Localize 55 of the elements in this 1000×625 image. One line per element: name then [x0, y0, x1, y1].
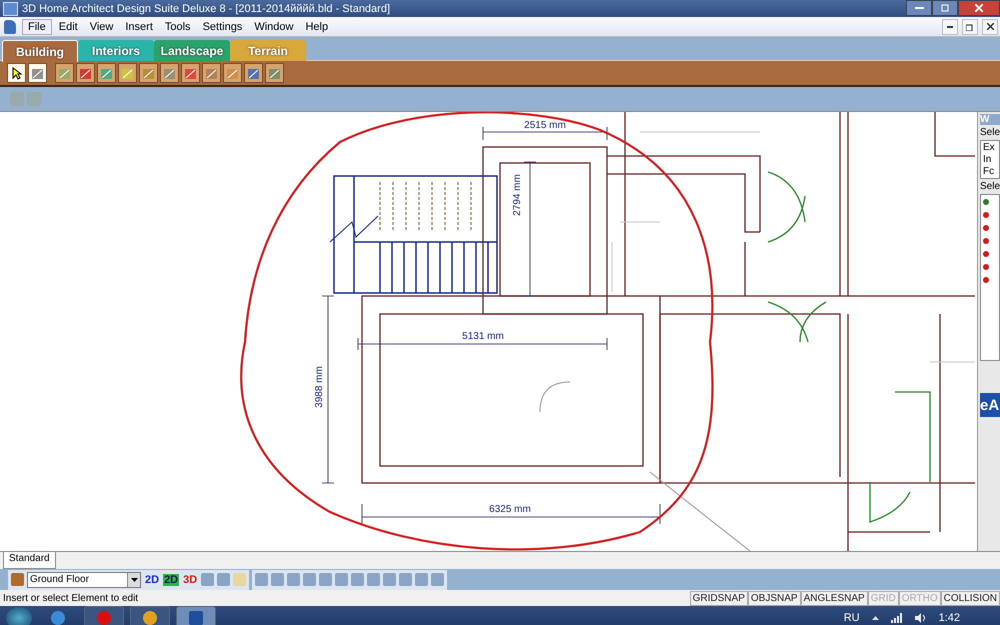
- snap-toggle[interactable]: ANGLESNAP: [800, 590, 868, 606]
- close-icon: [975, 4, 983, 12]
- snap-toggle[interactable]: COLLISION: [940, 590, 1000, 606]
- view-mode-button[interactable]: 2D: [163, 574, 180, 586]
- minimize-icon: [914, 6, 924, 10]
- menu-item[interactable]: Window: [249, 20, 298, 34]
- dimension-label: 3988 mm: [314, 366, 325, 408]
- restore-icon: [966, 22, 974, 30]
- menu-item[interactable]: File: [22, 18, 52, 34]
- snap-toggle[interactable]: GRIDSNAP: [690, 590, 748, 606]
- minimize-button[interactable]: [906, 0, 932, 16]
- close-button[interactable]: [982, 18, 998, 34]
- menu-item[interactable]: Help: [300, 20, 334, 34]
- element-list[interactable]: Ex In Fc: [980, 140, 1000, 179]
- dimension-label: 5131 mm: [462, 331, 504, 342]
- maximize-button[interactable]: [932, 0, 958, 16]
- category-tab[interactable]: Building: [2, 40, 78, 62]
- signal-icon[interactable]: [890, 613, 903, 623]
- minimize-icon: [947, 26, 953, 28]
- view-tab[interactable]: Standard: [3, 552, 56, 569]
- app-icon: [3, 2, 18, 16]
- view-mode-button[interactable]: 3D: [182, 574, 198, 586]
- floor-dropdown[interactable]: Ground Floor: [27, 572, 141, 588]
- maximize-icon: [941, 4, 949, 12]
- speaker-icon[interactable]: [914, 613, 927, 623]
- menu-item[interactable]: Insert: [120, 20, 158, 34]
- menu-item[interactable]: Settings: [198, 20, 248, 34]
- dimension-label: 2794 mm: [512, 174, 523, 216]
- menu-item[interactable]: View: [84, 20, 118, 34]
- panel-label: Sele: [980, 181, 1000, 192]
- document-icon[interactable]: [4, 20, 16, 34]
- minimize-button[interactable]: [942, 18, 958, 34]
- language-indicator[interactable]: RU: [844, 612, 860, 624]
- status-message: Insert or select Element to edit: [3, 592, 140, 604]
- clock-time[interactable]: 1:42: [938, 612, 960, 624]
- list-item[interactable]: Fc: [983, 166, 997, 177]
- window-title: 3D Home Architect Design Suite Deluxe 8 - [2011-2014йййй.bld - Standard]: [22, 2, 392, 14]
- close-button[interactable]: [958, 0, 1000, 16]
- dimension-label: 6325 mm: [489, 504, 531, 515]
- panel-label: Sele: [980, 127, 1000, 138]
- snap-toggle[interactable]: OBJSNAP: [748, 590, 801, 606]
- close-icon: [986, 23, 994, 30]
- dimension-label: 2515 mm: [524, 120, 566, 131]
- caret-icon: [130, 578, 138, 582]
- menu-item[interactable]: Tools: [160, 20, 196, 34]
- list-item[interactable]: In: [983, 154, 997, 165]
- view-mode-button[interactable]: 2D: [144, 574, 160, 586]
- menu-item[interactable]: Edit: [54, 20, 83, 34]
- pointer-tool-icon[interactable]: [7, 63, 26, 83]
- up-arrow-icon[interactable]: [872, 616, 879, 620]
- list-item[interactable]: Ex: [983, 142, 997, 153]
- panel-title: W: [980, 114, 1000, 125]
- restore-button[interactable]: [962, 18, 978, 34]
- logo-banner: eA: [980, 393, 1000, 417]
- start-button[interactable]: [6, 607, 32, 625]
